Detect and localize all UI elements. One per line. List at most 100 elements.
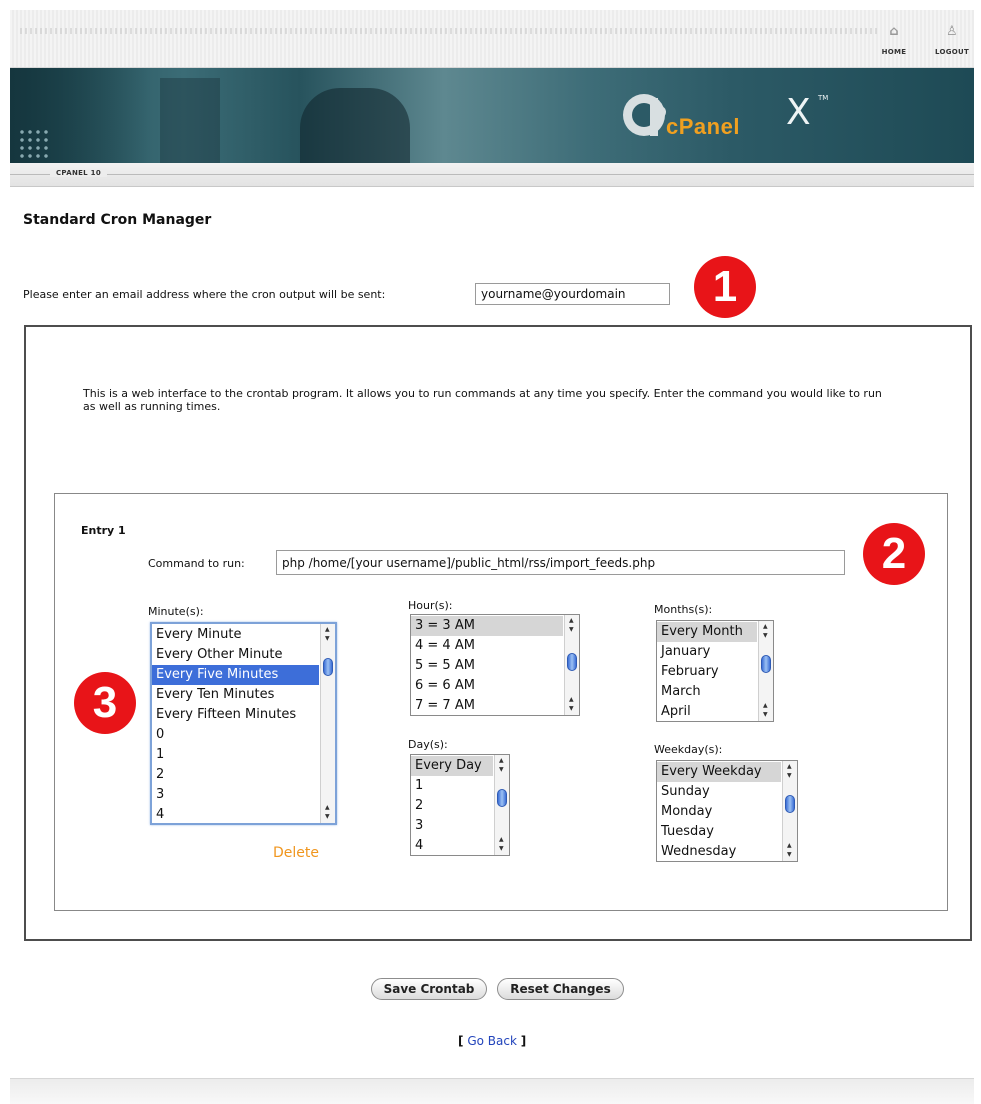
minute-option[interactable]: 0 [152,725,319,745]
hours-label: Hour(s): [408,599,453,612]
minute-option[interactable]: 1 [152,745,319,765]
months-options: Every Month January February March April [657,621,757,721]
scroll-up-icon[interactable]: ▲ [787,843,792,849]
day-option[interactable]: 3 [411,816,493,836]
logout-link[interactable]: ♙ LOGOUT [929,24,975,56]
minutes-label: Minute(s): [148,605,204,618]
days-options: Every Day 1 2 3 4 [411,755,493,855]
hour-option[interactable]: 6 = 6 AM [411,676,563,696]
breadcrumb[interactable]: CPANEL 10 [50,169,108,177]
minute-option-selected[interactable]: Every Five Minutes [152,665,319,685]
email-label: Please enter an email address where the … [23,288,386,301]
minute-option[interactable]: 4 [152,805,319,823]
go-back-link[interactable]: Go Back [467,1034,517,1048]
scroll-thumb[interactable] [323,658,333,676]
months-select[interactable]: Every Month January February March April… [656,620,774,722]
logout-label: LOGOUT [934,48,970,56]
scroll-down-icon[interactable]: ▼ [499,846,504,852]
step-2-badge: 2 [863,523,925,585]
month-option[interactable]: March [657,682,757,702]
cpanel-banner: cPanel X TM [10,68,974,163]
minutes-options: Every Minute Every Other Minute Every Fi… [152,624,319,823]
scroll-down-icon[interactable]: ▼ [787,852,792,858]
cron-entry-panel: Entry 1 Command to run: Minute(s): Every… [54,493,948,911]
hours-select[interactable]: 3 = 3 AM 4 = 4 AM 5 = 5 AM 6 = 6 AM 7 = … [410,614,580,716]
weekdays-scrollbar[interactable]: ▲ ▼ ▲ ▼ [782,761,797,861]
scroll-up-icon[interactable]: ▲ [569,697,574,703]
weekday-option[interactable]: Tuesday [657,822,781,842]
minute-option[interactable]: Every Minute [152,625,319,645]
hour-option[interactable]: 5 = 5 AM [411,656,563,676]
minute-option[interactable]: Every Ten Minutes [152,685,319,705]
scroll-down-icon[interactable]: ▼ [763,633,768,639]
minutes-select[interactable]: Every Minute Every Other Minute Every Fi… [150,622,337,825]
scroll-down-icon[interactable]: ▼ [763,712,768,718]
weekday-option[interactable]: Monday [657,802,781,822]
day-option[interactable]: 4 [411,836,493,855]
hour-option-selected[interactable]: 3 = 3 AM [411,616,563,636]
scroll-up-icon[interactable]: ▲ [763,624,768,630]
scroll-down-icon[interactable]: ▼ [569,627,574,633]
home-icon: ⌂ [889,24,899,39]
weekday-option[interactable]: Sunday [657,782,781,802]
command-label: Command to run: [148,557,245,570]
scroll-up-icon[interactable]: ▲ [325,805,330,811]
scroll-thumb[interactable] [785,795,795,813]
delete-entry-link[interactable]: Delete [273,845,319,861]
weekdays-select[interactable]: Every Weekday Sunday Monday Tuesday Wedn… [656,760,798,862]
scroll-thumb[interactable] [497,789,507,807]
days-scrollbar[interactable]: ▲ ▼ ▲ ▼ [494,755,509,855]
weekday-option[interactable]: Wednesday [657,842,781,861]
day-option[interactable]: 1 [411,776,493,796]
entry-title: Entry 1 [81,524,126,537]
breadcrumb-bar: CPANEL 10 [10,163,974,187]
scroll-thumb[interactable] [761,655,771,673]
email-input[interactable] [475,283,670,305]
month-option[interactable]: January [657,642,757,662]
scroll-down-icon[interactable]: ▼ [499,767,504,773]
scroll-up-icon[interactable]: ▲ [499,837,504,843]
month-option[interactable]: April [657,702,757,721]
decorative-pattern [20,28,880,34]
minutes-scrollbar[interactable]: ▲ ▼ ▲ ▼ [320,624,335,823]
scroll-thumb[interactable] [567,653,577,671]
page-title: Standard Cron Manager [23,212,212,228]
home-link[interactable]: ⌂ HOME [871,24,917,56]
scroll-up-icon[interactable]: ▲ [325,627,330,633]
scroll-up-icon[interactable]: ▲ [787,764,792,770]
month-option[interactable]: February [657,662,757,682]
save-crontab-button[interactable]: Save Crontab [371,978,487,1000]
command-input[interactable] [276,550,845,575]
cpanel-brand: cPanel [666,114,740,139]
day-option-selected[interactable]: Every Day [411,756,493,776]
minute-option[interactable]: Every Fifteen Minutes [152,705,319,725]
footer-bar [10,1078,974,1104]
logout-icon: ♙ [946,24,958,39]
scroll-down-icon[interactable]: ▼ [325,636,330,642]
scroll-up-icon[interactable]: ▲ [763,703,768,709]
scroll-up-icon[interactable]: ▲ [569,618,574,624]
scroll-down-icon[interactable]: ▼ [787,773,792,779]
weekday-option-selected[interactable]: Every Weekday [657,762,781,782]
minute-option[interactable]: Every Other Minute [152,645,319,665]
home-label: HOME [881,48,907,56]
month-option-selected[interactable]: Every Month [657,622,757,642]
cpanel-logo-icon [623,94,666,136]
hour-option[interactable]: 7 = 7 AM [411,696,563,715]
scroll-down-icon[interactable]: ▼ [325,814,330,820]
hours-options: 3 = 3 AM 4 = 4 AM 5 = 5 AM 6 = 6 AM 7 = … [411,615,563,715]
minute-option[interactable]: 2 [152,765,319,785]
top-navigation-bar: ⌂ HOME ♙ LOGOUT [10,10,974,68]
weekdays-label: Weekday(s): [654,743,723,756]
cron-form-panel: This is a web interface to the crontab p… [24,325,972,941]
hour-option[interactable]: 4 = 4 AM [411,636,563,656]
reset-changes-button[interactable]: Reset Changes [497,978,624,1000]
minute-option[interactable]: 3 [152,785,319,805]
weekdays-options: Every Weekday Sunday Monday Tuesday Wedn… [657,761,781,861]
hours-scrollbar[interactable]: ▲ ▼ ▲ ▼ [564,615,579,715]
scroll-up-icon[interactable]: ▲ [499,758,504,764]
months-scrollbar[interactable]: ▲ ▼ ▲ ▼ [758,621,773,721]
days-select[interactable]: Every Day 1 2 3 4 ▲ ▼ ▲ ▼ [410,754,510,856]
day-option[interactable]: 2 [411,796,493,816]
scroll-down-icon[interactable]: ▼ [569,706,574,712]
